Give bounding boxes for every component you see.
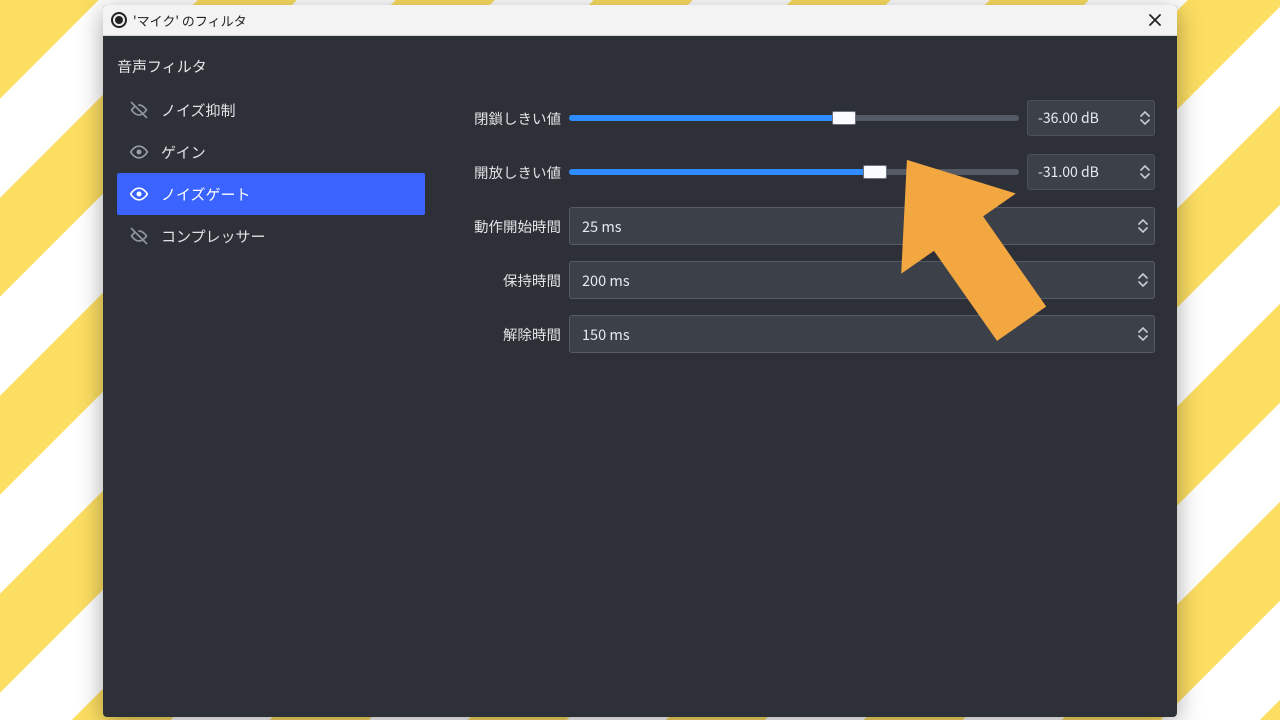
chevron-down-icon xyxy=(1140,172,1150,180)
hold-time-input[interactable]: 200 ms xyxy=(569,261,1155,299)
window-title: 'マイク' のフィルタ xyxy=(133,11,1135,30)
filter-item-compressor[interactable]: コンプレッサー xyxy=(117,215,425,257)
filter-item-label: ノイズゲート xyxy=(161,184,251,205)
open-threshold-value: -31.00 dB xyxy=(1038,162,1099,182)
close-button[interactable] xyxy=(1141,9,1169,31)
chevron-up-icon xyxy=(1138,326,1148,334)
hold-time-value: 200 ms xyxy=(582,270,630,291)
visibility-on-icon[interactable] xyxy=(129,142,149,162)
close-threshold-row: 閉鎖しきい値 -36.00 dB xyxy=(449,99,1155,137)
chevron-up-icon xyxy=(1138,272,1148,280)
slider-handle[interactable] xyxy=(863,165,887,179)
open-threshold-row: 開放しきい値 -31.00 dB xyxy=(449,153,1155,191)
chevron-down-icon xyxy=(1138,226,1148,234)
release-time-value: 150 ms xyxy=(582,324,630,345)
window-body: 音声フィルタ ノイズ抑制 ゲイン xyxy=(103,36,1177,717)
filter-item-noise-suppression[interactable]: ノイズ抑制 xyxy=(117,89,425,131)
spin-buttons[interactable] xyxy=(1140,110,1150,126)
open-threshold-spin[interactable]: -31.00 dB xyxy=(1027,154,1155,190)
close-threshold-value: -36.00 dB xyxy=(1038,108,1099,128)
open-threshold-slider[interactable] xyxy=(569,169,1019,175)
spin-buttons[interactable] xyxy=(1140,164,1150,180)
attack-time-value: 25 ms xyxy=(582,216,622,237)
slider-fill xyxy=(569,169,875,175)
attack-time-input[interactable]: 25 ms xyxy=(569,207,1155,245)
titlebar[interactable]: 'マイク' のフィルタ xyxy=(103,5,1177,36)
slider-fill xyxy=(569,115,844,121)
filter-item-label: ノイズ抑制 xyxy=(161,100,236,121)
attack-time-label: 動作開始時間 xyxy=(449,216,561,237)
filters-window: 'マイク' のフィルタ 音声フィルタ ノイズ抑制 ゲイン xyxy=(103,5,1177,717)
release-time-label: 解除時間 xyxy=(449,324,561,345)
filter-settings-panel: 閉鎖しきい値 -36.00 dB 開放しきい値 xyxy=(431,89,1163,703)
release-time-row: 解除時間 150 ms xyxy=(449,315,1155,353)
visibility-off-icon[interactable] xyxy=(129,226,149,246)
visibility-off-icon[interactable] xyxy=(129,100,149,120)
chevron-down-icon xyxy=(1140,118,1150,126)
chevron-down-icon xyxy=(1138,280,1148,288)
columns: ノイズ抑制 ゲイン ノイズゲート xyxy=(117,89,1163,703)
close-threshold-slider[interactable] xyxy=(569,115,1019,121)
filter-item-label: ゲイン xyxy=(161,142,206,163)
filter-item-gain[interactable]: ゲイン xyxy=(117,131,425,173)
chevron-up-icon xyxy=(1140,164,1150,172)
slider-handle[interactable] xyxy=(832,111,856,125)
release-time-input[interactable]: 150 ms xyxy=(569,315,1155,353)
visibility-on-icon[interactable] xyxy=(129,184,149,204)
close-icon xyxy=(1148,13,1162,27)
filter-sidebar: ノイズ抑制 ゲイン ノイズゲート xyxy=(117,89,425,703)
open-threshold-label: 開放しきい値 xyxy=(449,162,561,183)
close-threshold-spin[interactable]: -36.00 dB xyxy=(1027,100,1155,136)
filter-item-label: コンプレッサー xyxy=(161,226,266,247)
section-title: 音声フィルタ xyxy=(117,56,1163,77)
hold-time-row: 保持時間 200 ms xyxy=(449,261,1155,299)
chevron-up-icon xyxy=(1140,110,1150,118)
spin-buttons[interactable] xyxy=(1138,272,1148,288)
chevron-down-icon xyxy=(1138,334,1148,342)
filter-item-noise-gate[interactable]: ノイズゲート xyxy=(117,173,425,215)
hold-time-label: 保持時間 xyxy=(449,270,561,291)
spin-buttons[interactable] xyxy=(1138,326,1148,342)
spin-buttons[interactable] xyxy=(1138,218,1148,234)
obs-logo-icon xyxy=(111,12,127,28)
chevron-up-icon xyxy=(1138,218,1148,226)
close-threshold-label: 閉鎖しきい値 xyxy=(449,108,561,129)
attack-time-row: 動作開始時間 25 ms xyxy=(449,207,1155,245)
